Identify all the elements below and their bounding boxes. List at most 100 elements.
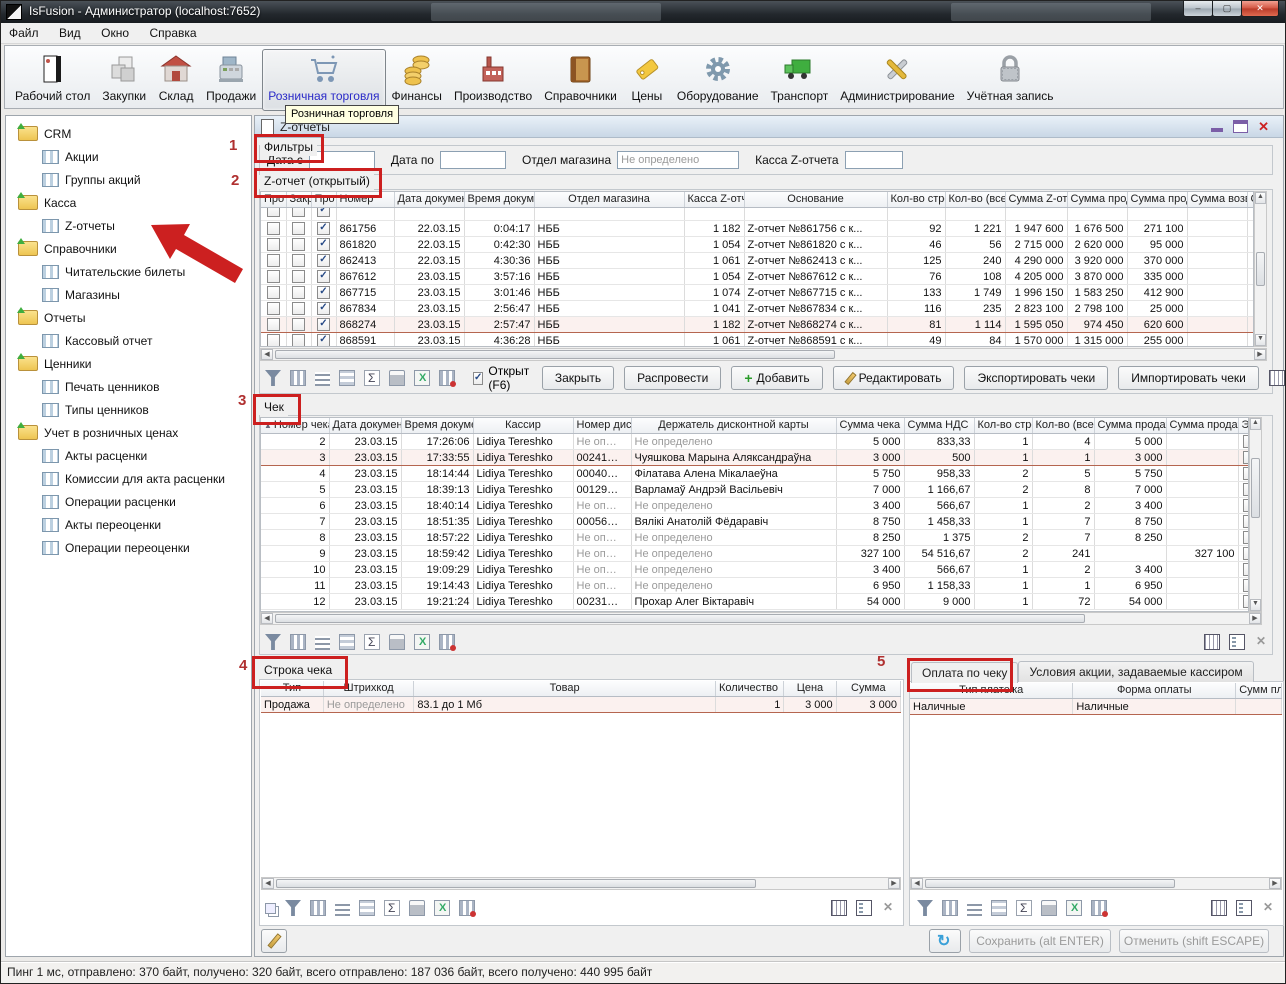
toolbar-item-sales[interactable]: Продажи — [200, 49, 262, 111]
toolbar-item-prices[interactable]: Цены — [623, 49, 671, 111]
sidebar-group[interactable]: Справочники — [6, 237, 251, 260]
column-header[interactable]: Товар — [414, 681, 716, 697]
table-row[interactable]: 1223.03.1519:21:24Lidiya Tereshko00231…П… — [261, 594, 1249, 610]
checkbox[interactable] — [317, 334, 330, 347]
tab-promo-conditions[interactable]: Условия акции, задаваемые кассиром — [1018, 661, 1253, 682]
checkbox[interactable] — [292, 286, 305, 299]
checkbox[interactable] — [292, 238, 305, 251]
print-icon[interactable] — [409, 900, 425, 916]
sum-icon[interactable] — [364, 634, 380, 650]
add-button[interactable]: +Добавить — [731, 366, 822, 390]
column-header[interactable]: Сумма продажа — [1094, 418, 1166, 434]
close-zreport-button[interactable]: Закрыть — [542, 366, 614, 390]
column-header[interactable]: Количество — [715, 681, 783, 697]
column-header[interactable]: Кол-во строк — [974, 418, 1032, 434]
column-header[interactable]: Касса Z-отчета — [684, 192, 744, 208]
column-header[interactable]: Кол-во строк — [887, 192, 945, 208]
excel-icon[interactable] — [414, 634, 430, 650]
column-header[interactable]: Сумм плат — [1236, 683, 1282, 699]
sum-icon[interactable] — [384, 900, 400, 916]
table-row[interactable]: 623.03.1518:40:14Lidiya TereshkoНе оп…Не… — [261, 498, 1249, 514]
column-header[interactable]: Сумма продажа — [1127, 192, 1187, 208]
import-checks-button[interactable]: Импортировать чеки — [1118, 366, 1259, 390]
checkbox[interactable] — [317, 254, 330, 267]
edit-note-button[interactable] — [261, 929, 287, 953]
minimize-button[interactable]: – — [1183, 1, 1213, 17]
table-row[interactable]: НаличныеНаличные — [910, 699, 1282, 715]
calc-icon[interactable] — [339, 370, 355, 386]
table-row[interactable]: 86182022.03.150:42:30НББ1 054Z-отчет №86… — [261, 237, 1254, 253]
sidebar-group[interactable]: Ценники — [6, 352, 251, 375]
toolbar-item-production[interactable]: Производство — [448, 49, 538, 111]
table-row[interactable]: 86241322.03.154:30:36НББ1 061Z-отчет №86… — [261, 253, 1254, 269]
sidebar-group[interactable]: CRM — [6, 122, 251, 145]
checkbox[interactable] — [317, 222, 330, 235]
checkbox[interactable] — [267, 286, 280, 299]
sidebar-item[interactable]: Акты расценки — [6, 444, 251, 467]
filter-icon[interactable] — [917, 900, 933, 916]
table-row[interactable]: 86783423.03.152:56:47НББ1 041Z-отчет №86… — [261, 301, 1254, 317]
checkbox[interactable] — [267, 238, 280, 251]
close-icon[interactable] — [1254, 634, 1270, 650]
close-icon[interactable] — [881, 900, 897, 916]
cards-icon[interactable] — [1229, 634, 1245, 650]
sum-icon[interactable] — [1016, 900, 1032, 916]
delcol-icon[interactable] — [439, 370, 455, 386]
checkbox[interactable] — [267, 318, 280, 331]
calc-icon[interactable] — [359, 900, 375, 916]
checkbox[interactable] — [267, 270, 280, 283]
table-row[interactable]: 323.03.1517:33:55Lidiya Tereshko00241…Чу… — [261, 450, 1249, 466]
checkbox[interactable] — [267, 208, 280, 217]
table-row[interactable]: 223.03.1517:26:06Lidiya TereshkoНе оп…Не… — [261, 434, 1249, 450]
sidebar-item[interactable]: Z-отчеты — [6, 214, 251, 237]
columns-icon[interactable] — [290, 634, 306, 650]
menu-file[interactable]: Файл — [1, 23, 47, 40]
unpost-button[interactable]: Распровести — [624, 366, 721, 390]
toolbar-item-finance[interactable]: Финансы — [386, 49, 448, 111]
calc-icon[interactable] — [991, 900, 1007, 916]
filter-store-dept-input[interactable] — [617, 151, 739, 169]
table-row[interactable]: 423.03.1518:14:44Lidiya Tereshko00040…Фі… — [261, 466, 1249, 482]
column-header[interactable]: Сумма НДС — [904, 418, 974, 434]
table-row[interactable]: 86771523.03.153:01:46НББ1 074Z-отчет №86… — [261, 285, 1254, 301]
grid-icon[interactable] — [1269, 370, 1285, 386]
sync-button[interactable] — [929, 929, 961, 953]
menu-view[interactable]: Вид — [51, 23, 89, 40]
column-header[interactable]: Время документа — [464, 192, 534, 208]
print-icon[interactable] — [1041, 900, 1057, 916]
table-row[interactable]: 923.03.1518:59:42Lidiya TereshkoНе оп…Не… — [261, 546, 1249, 562]
sidebar-item[interactable]: Акции — [6, 145, 251, 168]
columns-icon[interactable] — [942, 900, 958, 916]
folder-icon[interactable] — [18, 310, 38, 325]
numbering-icon[interactable] — [315, 372, 330, 386]
column-header[interactable]: Сумма возврат — [1247, 192, 1254, 208]
table-row[interactable]: 86175622.03.150:04:17НББ1 182Z-отчет №86… — [261, 221, 1254, 237]
open-f6-checkbox[interactable] — [473, 372, 483, 385]
edit-button[interactable]: Редактировать — [833, 366, 955, 390]
column-header[interactable]: Время документа — [401, 418, 473, 434]
delcol-icon[interactable] — [439, 634, 455, 650]
column-header[interactable]: Цена — [784, 681, 836, 697]
sidebar-item[interactable]: Читательские билеты — [6, 260, 251, 283]
sidebar-group[interactable]: Касса — [6, 191, 251, 214]
sidebar-item[interactable]: Группы акций — [6, 168, 251, 191]
sidebar-item[interactable]: Акты переоценки — [6, 513, 251, 536]
table-row[interactable]: 86761223.03.153:57:16НББ1 054Z-отчет №86… — [261, 269, 1254, 285]
calc-icon[interactable] — [339, 634, 355, 650]
panel-close-icon[interactable]: ✕ — [1258, 120, 1269, 133]
payment-h-scrollbar[interactable]: ◀ ▶ — [910, 877, 1282, 890]
toolbar-item-warehouse[interactable]: Склад — [152, 49, 200, 111]
column-header[interactable]: Кассир — [473, 418, 573, 434]
folder-icon[interactable] — [18, 241, 38, 256]
excel-icon[interactable] — [414, 370, 430, 386]
toolbar-item-transport[interactable]: Транспорт — [765, 49, 835, 111]
sidebar-item[interactable]: Печать ценников — [6, 375, 251, 398]
column-header[interactable]: Номер дисконтн — [573, 418, 631, 434]
folder-icon[interactable] — [18, 356, 38, 371]
column-header[interactable]: Дата документа — [329, 418, 401, 434]
check-v-scrollbar[interactable]: ▲ ▼ — [1249, 417, 1262, 612]
table-row[interactable]: 1123.03.1519:14:43Lidiya TereshkoНе оп…Н… — [261, 578, 1249, 594]
delcol-icon[interactable] — [459, 900, 475, 916]
column-header[interactable]: Дата документа — [394, 192, 464, 208]
cards-icon[interactable] — [1236, 900, 1252, 916]
